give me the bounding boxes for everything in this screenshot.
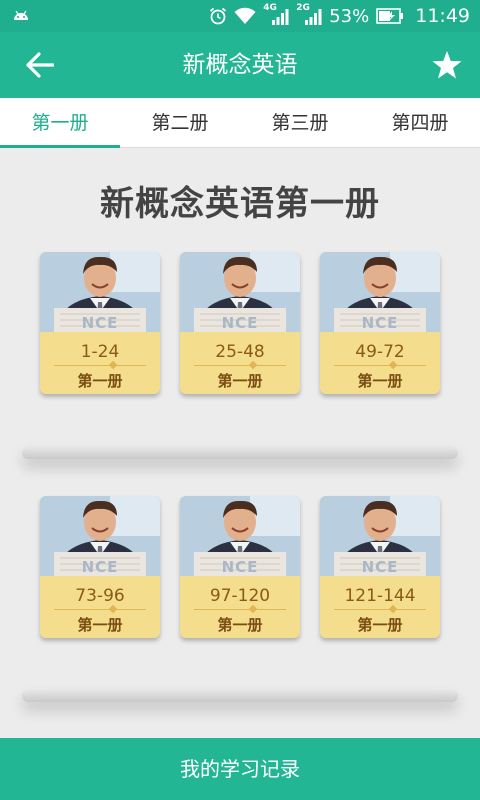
book-brand: NCE: [221, 558, 259, 576]
volume-label: 第一册: [357, 372, 403, 390]
battery-percent: 53%: [329, 5, 370, 27]
star-icon: [432, 51, 462, 79]
lesson-book-card[interactable]: NCE 73-96 第一册: [40, 496, 160, 638]
android-icon: [12, 9, 30, 21]
shelf-2: [22, 690, 458, 702]
study-record-button[interactable]: 我的学习记录: [0, 738, 480, 800]
lesson-book-card[interactable]: NCE 25-48 第一册: [180, 252, 300, 394]
tab-volume-2[interactable]: 第二册: [120, 98, 240, 147]
volume-label: 第一册: [217, 372, 263, 390]
app-bar: 新概念英语: [0, 32, 480, 98]
volume-label: 第一册: [77, 372, 123, 390]
lesson-range: 25-48: [215, 342, 265, 362]
shelf-1: [22, 447, 458, 459]
lesson-range: 1-24: [80, 342, 120, 362]
tab-volume-4[interactable]: 第四册: [360, 98, 480, 147]
tab-volume-3[interactable]: 第三册: [240, 98, 360, 147]
favorite-button[interactable]: [428, 46, 466, 84]
signal-2g-icon: 2G: [296, 3, 322, 27]
book-brand: NCE: [361, 314, 399, 332]
lesson-range: 73-96: [75, 586, 125, 606]
divider: [334, 365, 426, 366]
book-brand: NCE: [81, 314, 119, 332]
lesson-range: 49-72: [355, 342, 405, 362]
arrow-left-icon: [26, 52, 54, 78]
lesson-book-card[interactable]: NCE 97-120 第一册: [180, 496, 300, 638]
book-brand: NCE: [221, 314, 259, 332]
divider: [54, 609, 146, 610]
signal-4g-icon: 4G: [263, 3, 289, 27]
lesson-book-card[interactable]: NCE 1-24 第一册: [40, 252, 160, 394]
alarm-icon: [209, 7, 227, 25]
lesson-range: 121-144: [344, 586, 416, 606]
lesson-book-card[interactable]: NCE 49-72 第一册: [320, 252, 440, 394]
battery-icon: [376, 8, 404, 24]
wifi-icon: [234, 7, 256, 25]
divider: [194, 365, 286, 366]
volume-label: 第一册: [357, 616, 403, 634]
back-button[interactable]: [20, 47, 60, 83]
page-title: 新概念英语: [182, 52, 298, 78]
lesson-range: 97-120: [209, 586, 271, 606]
volume-tabs: 第一册 第二册 第三册 第四册: [0, 98, 480, 148]
book-brand: NCE: [81, 558, 119, 576]
divider: [334, 609, 426, 610]
book-brand: NCE: [361, 558, 399, 576]
lesson-book-card[interactable]: NCE 121-144 第一册: [320, 496, 440, 638]
status-bar: 4G 2G 53% 11:49: [0, 0, 480, 32]
tab-volume-1[interactable]: 第一册: [0, 98, 120, 148]
divider: [54, 365, 146, 366]
clock: 11:49: [415, 5, 470, 27]
volume-label: 第一册: [77, 616, 123, 634]
volume-label: 第一册: [217, 616, 263, 634]
book-heading: 新概念英语第一册: [100, 184, 380, 224]
divider: [194, 609, 286, 610]
